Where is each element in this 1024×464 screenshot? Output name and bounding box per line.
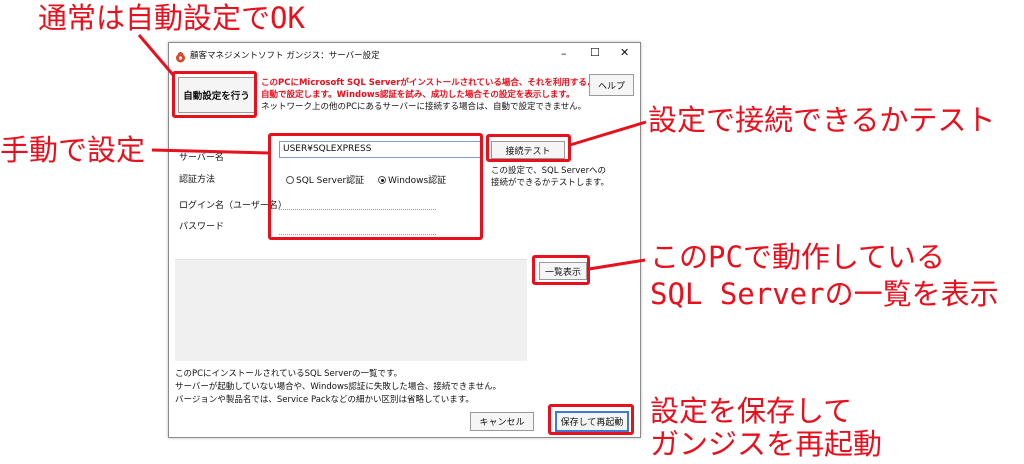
connector-list: [588, 258, 646, 271]
connector-test: [569, 120, 647, 147]
annotation-list-line-2: SQL Serverの一覧を表示: [650, 277, 999, 311]
annotation-save-line-1: 設定を保存して: [650, 394, 853, 428]
annotation-test: 設定で接続できるかテスト: [648, 103, 996, 137]
annotation-auto: 通常は自動設定でOK: [38, 1, 305, 35]
connector-manual: [151, 148, 270, 155]
annotation-save-line-2: ガンジスを再起動: [650, 427, 883, 461]
connector-auto: [137, 34, 176, 77]
annotation-list-line-1: このPCで動作している: [650, 240, 946, 274]
annotation-manual: 手動で設定: [0, 133, 146, 167]
annotation-connectors: [137, 34, 647, 271]
